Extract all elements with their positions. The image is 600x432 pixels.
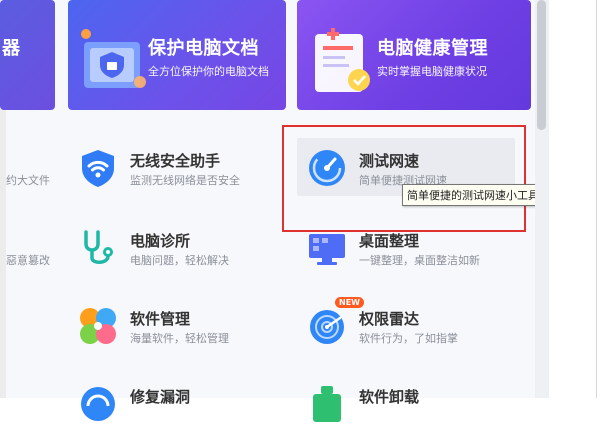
banner-title: 电脑健康管理 (377, 38, 488, 59)
tool-name: 桌面整理 (359, 232, 420, 250)
right-margin (549, 0, 600, 398)
partial-desc: 惡意篡改 (6, 254, 50, 267)
banner-subtitle: 实时掌握电脑健康状况 (377, 65, 487, 78)
tool-name: 软件卸载 (359, 388, 420, 406)
tool-desc: 海量软件，轻松管理 (130, 332, 229, 345)
tool-name: 软件管理 (130, 310, 191, 328)
banner-title: 器 (2, 38, 21, 59)
highlight-annotation-box (282, 125, 526, 232)
tool-desc: 一键整理，桌面整洁如新 (359, 254, 480, 267)
banner-partial[interactable]: 器 (0, 0, 55, 110)
tool-software-manager[interactable]: 软件管理 海量软件，轻松管理 (78, 298, 318, 354)
clover-icon (80, 308, 116, 344)
tool-name: 电脑诊所 (130, 232, 191, 250)
tool-name: 修复漏洞 (130, 388, 191, 406)
tool-desc: 软件行为，了如指掌 (359, 332, 458, 345)
scrollbar-thumb[interactable] (537, 0, 546, 130)
partial-desc: 约大文件 (6, 174, 50, 187)
health-report-icon (315, 28, 370, 92)
tool-uninstall[interactable]: 软件卸载 (307, 376, 547, 432)
banner-title: 保护电脑文档 (148, 38, 259, 59)
wifi-shield-icon (82, 150, 114, 187)
tooltip: 简单便捷的测试网速小工具 (402, 184, 544, 206)
tool-name: 无线安全助手 (130, 152, 221, 170)
tool-desc: 电脑问题，轻松解决 (130, 254, 229, 267)
repair-icon (81, 387, 115, 421)
banner-health-management[interactable]: 电脑健康管理 实时掌握电脑健康状况 (297, 0, 531, 110)
window-right-border (596, 0, 597, 398)
tool-desc: 监测无线网络是否安全 (130, 174, 240, 187)
uninstall-icon (313, 386, 341, 422)
monitor-icon (309, 234, 345, 265)
stethoscope-icon (84, 230, 113, 264)
banner-subtitle: 全方位保护你的电脑文档 (148, 65, 269, 78)
new-badge: NEW (335, 297, 364, 308)
tool-name: 权限雷达 (359, 310, 420, 328)
tool-center-window: 器 保护电脑文档 全方位保护你的电脑文档 电脑健康管理 实时掌握电脑健康状况 约… (0, 0, 600, 422)
tool-repair-vulnerability[interactable]: 修复漏洞 (78, 376, 318, 432)
shield-folder-icon (81, 29, 146, 88)
banner-protect-documents[interactable]: 保护电脑文档 全方位保护你的电脑文档 (68, 0, 286, 110)
radar-icon (310, 310, 344, 344)
